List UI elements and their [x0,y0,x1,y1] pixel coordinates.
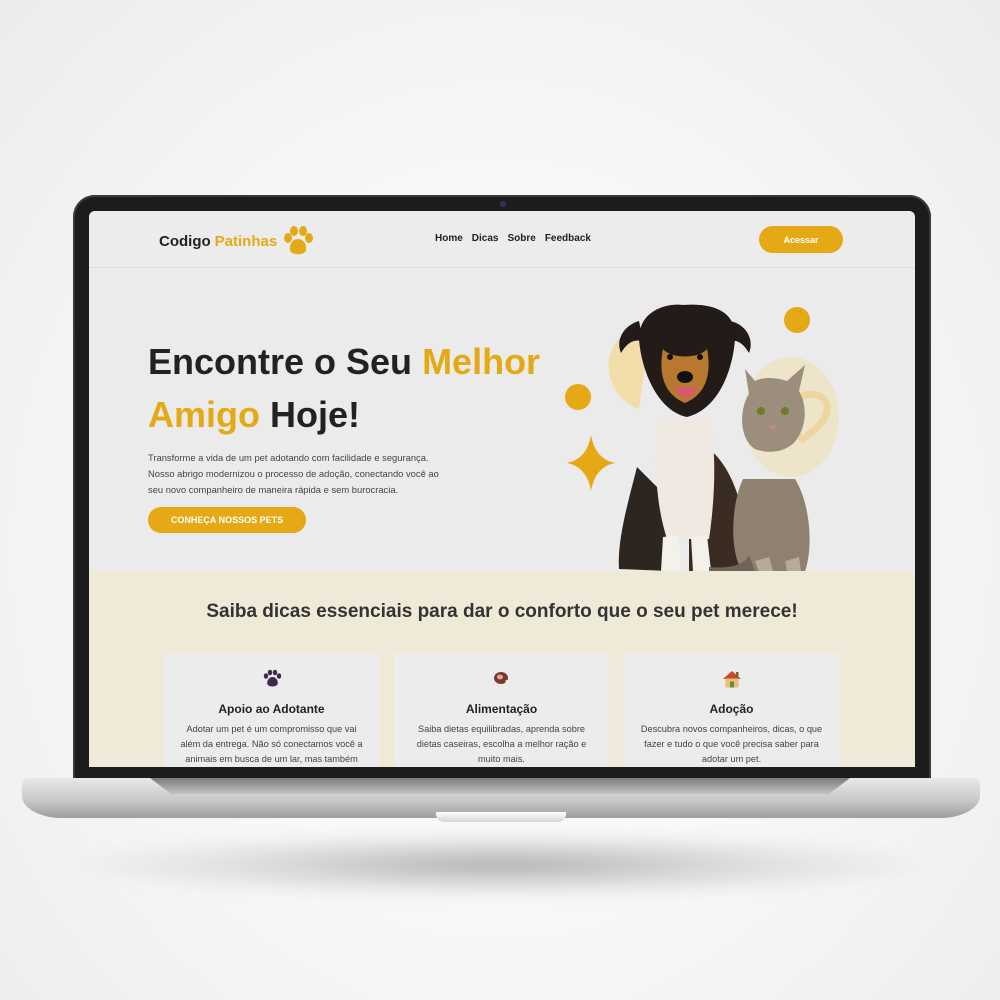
access-button[interactable]: Acessar [759,226,843,253]
hero-description-line: Transforme a vida de um pet adotando com… [148,452,429,463]
nav-link-feedback[interactable]: Feedback [545,233,591,244]
nav-link-home[interactable]: Home [435,233,463,244]
house-icon [723,671,741,688]
tip-card-text: Saiba dietas equilibradas, aprenda sobre… [408,722,595,767]
tips-heading: Saiba dicas essenciais para dar o confor… [206,601,798,622]
tip-card-text: Descubra novos companheiros, dicas, o qu… [638,722,825,767]
tip-card-title: Alimentação [465,702,538,716]
hero-description-line: Nosso abrigo modernizou o processo de ad… [148,468,439,479]
tip-card-text-line: muito mais. [478,754,525,764]
tip-card-text-line: dietas caseiras, escolha a melhor ração … [416,739,587,749]
tip-card-text-line: Descubra novos companheiros, dicas, o qu… [640,724,823,734]
brand-name-accent: Patinhas [214,232,278,250]
tip-card-title: Apoio ao Adotante [218,702,325,716]
tips-section: Saiba dicas essenciais para dar o confor… [89,571,915,767]
tip-card-text-line: Saiba dietas equilibradas, aprenda sobre [417,724,586,734]
laptop-shadow [60,830,940,900]
nav-links: Home Dicas Sobre Feedback [435,233,591,244]
tip-card-text: Adotar um pet é um compromisso que vai a… [178,722,365,767]
brand-name-primary: Codigo [159,232,211,250]
navbar: Codigo Patinhas Home Dicas Sobre Feedbac… [89,211,915,268]
hero-title-part: Encontre o Seu [148,341,413,382]
meat-icon [494,672,511,685]
keyboard-edge [150,778,850,794]
tip-card-text-line: animais em busca de um lar, mas também [185,754,358,764]
tip-card-text-line: Adotar um pet é um compromisso que vai [186,724,357,734]
tip-card-text-line: fazer e tudo o que você precisa saber pa… [644,739,819,749]
yellow-dot-shape [784,307,810,333]
webcam [500,201,506,207]
tip-card-title: Adoção [709,702,754,716]
meet-pets-button[interactable]: CONHEÇA NOSSOS PETS [148,507,306,533]
nav-link-dicas[interactable]: Dicas [472,233,499,244]
sparkle-shape [567,435,615,491]
hero-title: Encontre o Seu Melhor Amigo Hoje! [148,335,578,441]
hero-title-highlight: Melhor [422,341,541,382]
yellow-dot-shape [565,384,591,410]
website-screen: Codigo Patinhas Home Dicas Sobre Feedbac… [89,211,915,767]
nav-link-sobre[interactable]: Sobre [507,233,535,244]
tip-card-text-line: além da entrega. Não só conectamos você … [180,739,363,749]
hero-title-part: Hoje! [270,394,361,435]
tip-card-adoption[interactable]: Adoção Descubra novos companheiros, dica… [624,653,839,767]
paw-prints-icon [263,669,282,687]
tip-card-text-line: adotar um pet. [701,754,762,764]
tip-card-nutrition[interactable]: Alimentação Saiba dietas equilibradas, a… [394,653,609,767]
hero-description: Transforme a vida de um pet adotando com… [148,450,468,498]
hero-title-highlight: Amigo [148,394,260,435]
hero-description-line: seu novo companheiro de maneira rápida e… [148,484,399,495]
dog-and-cat-illustration [565,304,839,571]
opening-notch [436,812,566,822]
tip-card-adopter-support[interactable]: Apoio ao Adotante Adotar um pet é um com… [164,653,379,767]
paw-logo-icon [284,226,314,255]
brand-logo[interactable]: Codigo Patinhas [159,226,315,256]
